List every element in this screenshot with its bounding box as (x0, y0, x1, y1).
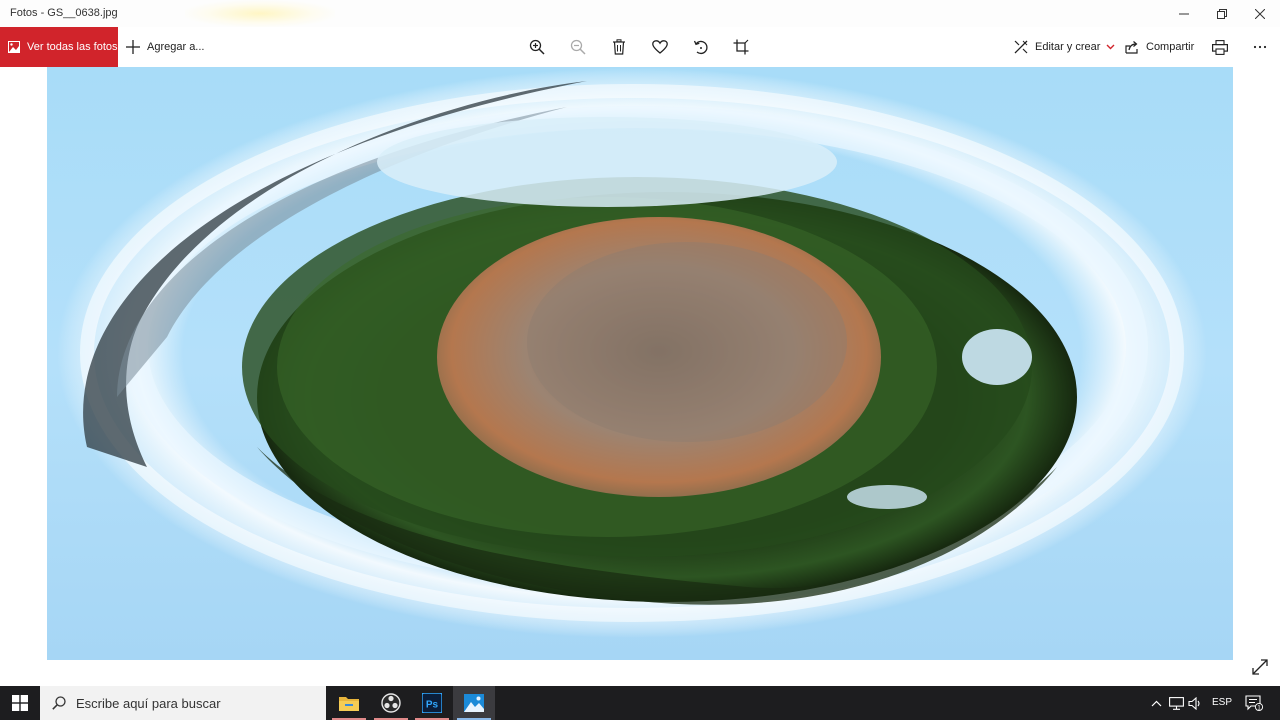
share-icon (1125, 40, 1139, 54)
zoom-in-icon (529, 39, 545, 55)
maximize-button[interactable] (1203, 0, 1241, 27)
rotate-button[interactable] (691, 37, 711, 57)
minimize-button[interactable] (1165, 0, 1203, 27)
obs-icon (381, 693, 401, 713)
window-title: Fotos - GS__0638.jpg (10, 7, 118, 19)
edit-create-icon (1014, 40, 1028, 54)
photoshop-icon: Ps (422, 693, 442, 713)
expand-icon (1252, 659, 1268, 675)
share-button[interactable]: Compartir (1125, 27, 1194, 67)
photos-icon (464, 694, 484, 712)
little-planet-image (57, 68, 1207, 638)
photo-image[interactable] (47, 67, 1233, 660)
delete-icon (613, 39, 625, 55)
edit-create-button[interactable]: Editar y crear (1014, 27, 1115, 67)
search-input[interactable] (76, 695, 296, 711)
fullscreen-button[interactable] (1249, 656, 1271, 678)
language-indicator[interactable]: ESP (1212, 686, 1232, 720)
taskbar-photos[interactable] (453, 686, 495, 720)
tray-overflow-button[interactable] (1148, 686, 1164, 720)
toolbar: Ver todas las fotos Agregar a... Editar … (0, 27, 1280, 67)
favorite-button[interactable] (650, 37, 670, 57)
close-button[interactable] (1241, 0, 1279, 27)
chevron-up-icon (1151, 700, 1161, 706)
search-icon (52, 696, 66, 710)
photo-viewer (0, 67, 1280, 686)
photo-gallery-icon (8, 41, 20, 53)
action-center-button[interactable]: 1 (1243, 686, 1265, 720)
add-to-button[interactable]: Agregar a... (126, 27, 204, 67)
chevron-down-icon (1106, 44, 1115, 50)
file-explorer-icon (339, 697, 359, 711)
crop-button[interactable] (731, 37, 751, 57)
volume-icon (1187, 696, 1200, 710)
tray-network-button[interactable] (1167, 686, 1185, 720)
zoom-in-button[interactable] (527, 37, 547, 57)
maximize-icon (1217, 8, 1227, 19)
photos-app: Fotos - GS__0638.jpg Ver todas las fotos… (0, 0, 1280, 720)
taskbar: Ps ESP 1 (0, 686, 1280, 720)
zoom-out-button[interactable] (568, 37, 588, 57)
taskbar-search[interactable] (40, 686, 326, 720)
zoom-out-icon (570, 39, 586, 55)
more-button[interactable] (1250, 37, 1270, 57)
title-bar: Fotos - GS__0638.jpg (0, 0, 1280, 27)
tray-volume-button[interactable] (1186, 686, 1204, 720)
view-all-photos-button[interactable]: Ver todas las fotos (0, 27, 118, 67)
heart-icon (652, 40, 668, 54)
start-button[interactable] (0, 686, 40, 720)
crop-icon (733, 39, 749, 55)
taskbar-file-explorer[interactable] (328, 686, 370, 720)
windows-logo-icon (12, 695, 28, 711)
minimize-icon (1179, 13, 1189, 14)
share-label: Compartir (1146, 41, 1195, 53)
notification-icon: 1 (1245, 695, 1263, 711)
delete-button[interactable] (609, 37, 629, 57)
print-icon (1212, 39, 1228, 55)
plus-icon (126, 40, 140, 54)
taskbar-photoshop[interactable]: Ps (411, 686, 453, 720)
add-to-label: Agregar a... (147, 41, 205, 53)
edit-create-label: Editar y crear (1035, 41, 1101, 53)
view-all-photos-label: Ver todas las fotos (27, 41, 118, 53)
print-button[interactable] (1210, 37, 1230, 57)
rotate-icon (693, 40, 708, 55)
more-icon (1253, 45, 1267, 49)
network-icon (1168, 696, 1184, 710)
taskbar-obs[interactable] (370, 686, 412, 720)
close-icon (1255, 8, 1265, 19)
photoshop-label: Ps (426, 700, 439, 711)
